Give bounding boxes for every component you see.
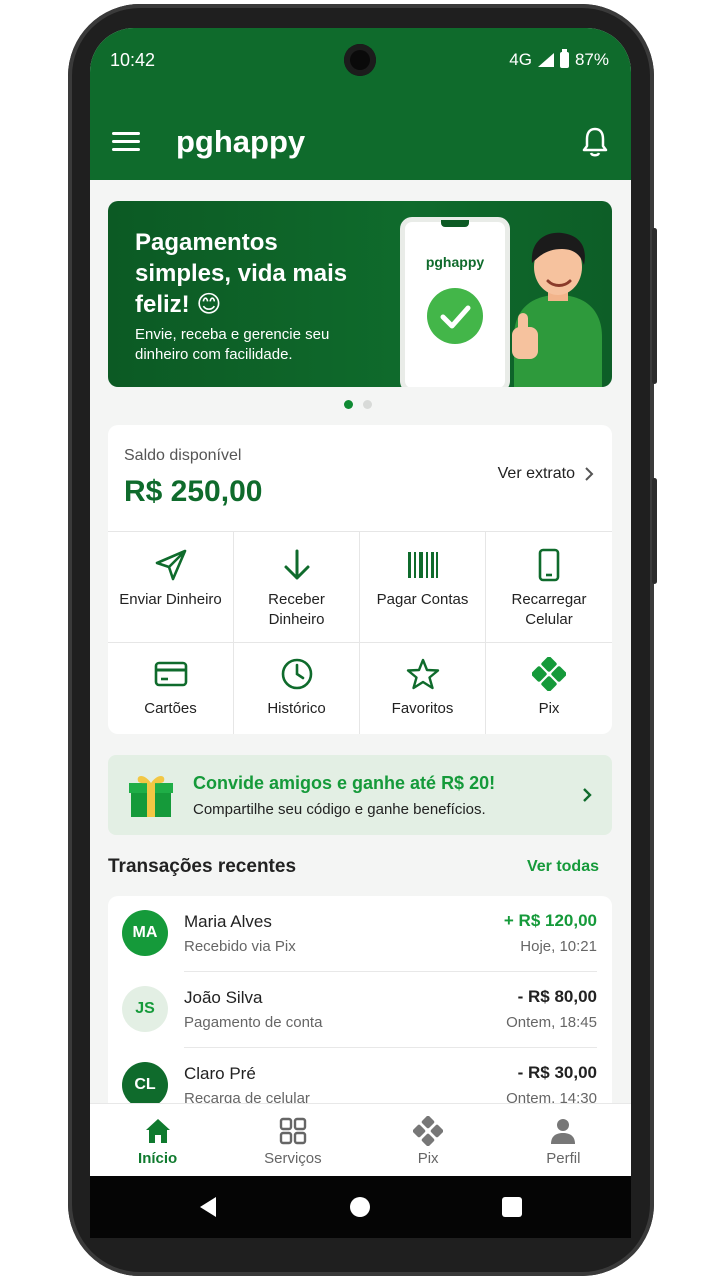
statement-link-label: Ver extrato [497,465,575,482]
quick-actions-grid: Enviar Dinheiro Receber Dinheiro Pagar C… [108,531,612,734]
transaction-row[interactable]: JS João Silva Pagamento de conta - R$ 80… [108,972,612,1048]
tab-services[interactable]: Serviços [225,1104,360,1176]
action-cards[interactable]: Cartões [108,643,234,734]
front-camera [344,44,376,76]
check-icon [427,288,483,344]
pagination-dot-active[interactable] [344,400,353,409]
action-label: Recarregar Celular [511,591,587,628]
invite-subtitle: Compartilhe seu código e ganhe benefício… [193,801,486,818]
balance-card: Saldo disponível R$ 250,00 Ver extrato E… [108,425,612,734]
avatar: MA [122,910,168,956]
card-icon [154,661,187,687]
pix-icon [413,1116,444,1146]
recent-apps-icon[interactable] [502,1197,522,1217]
transaction-description: Pagamento de conta [184,1014,323,1031]
action-label: Favoritos [391,700,454,717]
banner-headline: Pagamentos simples, vida mais feliz! 😊 [135,229,348,318]
volume-button [652,228,657,384]
action-label: Pix [538,700,560,717]
grid-icon [279,1117,307,1145]
action-favorites[interactable]: Favoritos [360,643,486,734]
balance-label: Saldo disponível [124,447,242,464]
status-right: 4G 87% [509,49,609,70]
transaction-amount: - R$ 30,00 [517,1063,597,1082]
avatar: JS [122,986,168,1032]
invite-friends-banner[interactable]: Convide amigos e ganhe até R$ 20! Compar… [108,755,612,835]
action-send-money[interactable]: Enviar Dinheiro [108,532,234,643]
chevron-right-icon [585,467,594,481]
user-icon [551,1119,576,1144]
promo-banner[interactable]: Pagamentos simples, vida mais feliz! 😊 E… [108,201,612,387]
menu-icon[interactable] [112,132,140,152]
smartphone-icon [538,548,560,582]
app-title: pghappy [176,124,306,159]
transactions-title: Transações recentes [108,856,297,877]
bottom-tab-bar: Início Serviços Pix Perfil [90,1103,631,1176]
transaction-amount: - R$ 80,00 [517,987,597,1006]
transaction-amount: + R$ 120,00 [503,911,597,930]
transaction-time: Hoje, 10:21 [520,938,597,955]
battery-label: 87% [574,50,609,69]
statement-link[interactable]: Ver extrato [498,465,594,483]
transaction-name: Claro Pré [184,1064,256,1083]
chevron-right-icon [583,788,592,802]
back-icon[interactable] [198,1196,218,1218]
transaction-name: Maria Alves [184,912,272,931]
banner-subtitle: Envie, receba e gerencie seu dinheiro co… [135,326,330,363]
transactions-list: MA Maria Alves Recebido via Pix + R$ 120… [108,896,612,1136]
banner-pagination [344,400,372,409]
status-bar: 10:42 4G 87% [90,28,631,90]
action-pix[interactable]: Pix [486,643,612,734]
tab-profile[interactable]: Perfil [496,1104,631,1176]
pix-icon [532,657,566,691]
screen: 10:42 4G 87% pghappy Pagamentos simples,… [90,28,631,1176]
action-label: Histórico [267,700,326,717]
action-label: Pagar Contas [376,591,469,608]
person-thumbs-up-illustration [512,232,602,387]
action-label: Cartões [144,700,197,717]
transaction-row[interactable]: MA Maria Alves Recebido via Pix + R$ 120… [108,896,612,972]
power-button [652,478,657,584]
tab-home[interactable]: Início [90,1104,225,1176]
action-label: Receber Dinheiro [268,591,325,628]
send-icon [155,549,186,581]
status-time: 10:42 [110,50,156,70]
avatar: CL [122,1062,168,1108]
battery-icon [559,49,569,68]
home-button-icon[interactable] [350,1197,370,1217]
tab-label: Perfil [546,1150,581,1167]
pagination-dot[interactable] [363,400,372,409]
transaction-name: João Silva [184,988,263,1007]
tab-label: Pix [417,1150,439,1167]
action-receive-money[interactable]: Receber Dinheiro [234,532,360,643]
transaction-description: Recebido via Pix [184,938,296,955]
notification-bell-icon[interactable] [581,126,609,158]
network-label: 4G [509,50,532,69]
arrow-down-icon [284,549,309,580]
action-history[interactable]: Histórico [234,643,360,734]
tab-label: Serviços [264,1150,322,1167]
action-pay-bills[interactable]: Pagar Contas [360,532,486,643]
gift-icon [129,776,173,817]
see-all-link[interactable]: Ver todas [527,858,599,876]
banner-phone-illustration: pghappy [400,217,510,387]
app-header: pghappy [90,90,631,180]
star-icon [406,658,439,690]
action-label: Enviar Dinheiro [119,591,222,608]
tab-pix[interactable]: Pix [361,1104,496,1176]
invite-title: Convide amigos e ganhe até R$ 20! [193,773,496,793]
clock-icon [281,658,312,690]
balance-value: R$ 250,00 [124,475,263,508]
banner-phone-brand: pghappy [425,254,485,270]
tab-label: Início [138,1150,178,1167]
home-icon [145,1119,170,1143]
barcode-icon [407,552,438,578]
transaction-time: Ontem, 18:45 [506,1014,597,1031]
signal-icon [537,53,554,67]
action-phone-recharge[interactable]: Recarregar Celular [486,532,612,643]
